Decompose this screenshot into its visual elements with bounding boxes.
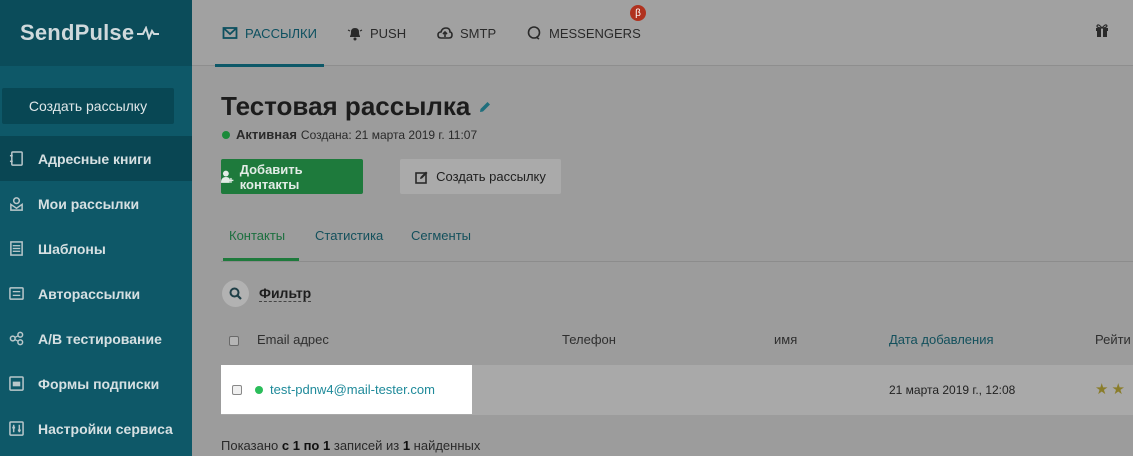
- star-icon: ★: [1095, 381, 1109, 398]
- pagination-summary: Показано с 1 по 1 записей из 1 найденных: [221, 438, 480, 453]
- sidebar-item-label: Шаблоны: [38, 240, 106, 257]
- tab-statistics[interactable]: Статистика: [315, 228, 383, 243]
- tab-label: РАССЫЛКИ: [245, 25, 317, 41]
- sidebar-item-label: Авторассылки: [38, 285, 141, 302]
- row-checkbox[interactable]: [232, 384, 242, 395]
- status-text: Активная: [236, 127, 297, 142]
- status-dot: [222, 130, 230, 139]
- add-user-icon: [221, 170, 234, 183]
- sidebar-body: Создать рассылку Адресные книги Мои расс…: [0, 66, 192, 456]
- sidebar-item-subscription-forms[interactable]: Формы подписки: [0, 361, 192, 406]
- create-mailing-label: Создать рассылку: [436, 169, 546, 184]
- column-rating[interactable]: Рейти: [1095, 332, 1131, 347]
- envelope-icon: [222, 27, 238, 39]
- footer-total: 1: [402, 438, 411, 453]
- pulse-icon: [137, 26, 160, 40]
- column-name[interactable]: имя: [774, 332, 797, 347]
- cloud-upload-icon: [437, 27, 453, 39]
- main-content: Тестовая рассылка Активная Создана: 21 м…: [192, 67, 1133, 456]
- sidebar-item-automation[interactable]: Авторассылки: [0, 271, 192, 316]
- settings-icon: [8, 421, 24, 437]
- search-icon: [229, 287, 242, 300]
- tab-smtp[interactable]: SMTP: [437, 0, 496, 66]
- filter-button[interactable]: [222, 280, 249, 307]
- sidebar-nav: Адресные книги Мои рассылки Шаблоны Авто…: [0, 136, 192, 451]
- footer-from: 1: [292, 438, 300, 453]
- select-all-checkbox[interactable]: [229, 336, 239, 346]
- bell-icon: [347, 28, 363, 41]
- footer-to-label: по: [303, 438, 320, 453]
- sidebar-item-ab-testing[interactable]: A/B тестирование: [0, 316, 192, 361]
- address-book-icon: [8, 151, 24, 167]
- tab-contacts[interactable]: Контакты: [229, 228, 285, 243]
- gift-icon[interactable]: [1095, 23, 1109, 38]
- active-subtab-indicator: [223, 258, 299, 261]
- edit-icon: [415, 171, 428, 184]
- sidebar-create-mailing-button[interactable]: Создать рассылку: [2, 88, 174, 124]
- sidebar-item-label: Формы подписки: [38, 375, 160, 392]
- created-date: Создана: 21 марта 2019 г. 11:07: [300, 127, 478, 142]
- forms-icon: [8, 376, 24, 392]
- beta-badge: β: [630, 5, 646, 21]
- tab-label: SMTP: [460, 25, 497, 41]
- sidebar-item-label: Адресные книги: [38, 150, 152, 167]
- automation-icon: [8, 286, 24, 302]
- footer-prefix: Показано: [221, 438, 279, 453]
- contact-email-link[interactable]: test-pdnw4@mail-tester.com: [270, 382, 435, 397]
- contact-status-dot: [255, 385, 263, 394]
- column-phone[interactable]: Телефон: [562, 332, 616, 347]
- chat-bubble-icon: [527, 26, 541, 40]
- rating-stars: ★ ★: [1095, 380, 1128, 398]
- footer-to: 1: [323, 438, 331, 453]
- add-contacts-label: Добавить контакты: [239, 161, 303, 192]
- mailing-meta: Активная Создана: 21 марта 2019 г. 11:07: [222, 127, 477, 142]
- tab-label: PUSH: [370, 25, 407, 41]
- add-contacts-button[interactable]: Добавить контакты: [221, 159, 363, 194]
- templates-icon: [8, 241, 24, 257]
- sidebar: SendPulse Создать рассылку Адресные книг…: [0, 0, 192, 456]
- brand-logo-text: SendPulse: [20, 20, 135, 45]
- tab-messengers[interactable]: MESSENGERS: [526, 0, 641, 66]
- brand-logo[interactable]: SendPulse: [0, 0, 192, 66]
- content-tabs: Контакты Статистика Сегменты: [221, 227, 1133, 262]
- column-date-added[interactable]: Дата добавления: [889, 332, 994, 347]
- footer-found-label: найденных: [413, 438, 481, 453]
- mailing-icon: [8, 196, 24, 212]
- sidebar-item-address-books[interactable]: Адресные книги: [0, 136, 192, 181]
- footer-from-label: с: [281, 438, 290, 453]
- tab-segments[interactable]: Сегменты: [411, 228, 471, 243]
- sidebar-item-label: Настройки сервиса: [38, 420, 173, 437]
- page-title-text: Тестовая рассылка: [221, 91, 471, 121]
- ab-test-icon: [8, 331, 24, 347]
- column-email[interactable]: Email адрес: [257, 332, 329, 347]
- sidebar-item-my-mailings[interactable]: Мои рассылки: [0, 181, 192, 226]
- sidebar-item-templates[interactable]: Шаблоны: [0, 226, 192, 271]
- footer-records-label: записей из: [333, 438, 400, 453]
- email-cell: test-pdnw4@mail-tester.com: [221, 365, 472, 414]
- date-added-cell: 21 марта 2019 г., 12:08: [889, 383, 1016, 397]
- sidebar-item-label: Мои рассылки: [38, 195, 140, 212]
- tab-mailings[interactable]: РАССЫЛКИ: [222, 0, 317, 66]
- star-icon: ★: [1111, 381, 1125, 398]
- sidebar-item-service-settings[interactable]: Настройки сервиса: [0, 406, 192, 451]
- filter-link[interactable]: Фильтр: [259, 286, 312, 302]
- sidebar-item-label: A/B тестирование: [38, 330, 162, 347]
- top-navigation: РАССЫЛКИ PUSH SMTP MESSENGERS β: [192, 0, 1133, 67]
- tab-label: MESSENGERS: [549, 25, 641, 41]
- tab-push[interactable]: PUSH: [347, 0, 406, 66]
- page-title: Тестовая рассылка: [221, 91, 492, 122]
- pencil-icon[interactable]: [478, 100, 492, 114]
- create-mailing-button[interactable]: Создать рассылку: [400, 159, 561, 194]
